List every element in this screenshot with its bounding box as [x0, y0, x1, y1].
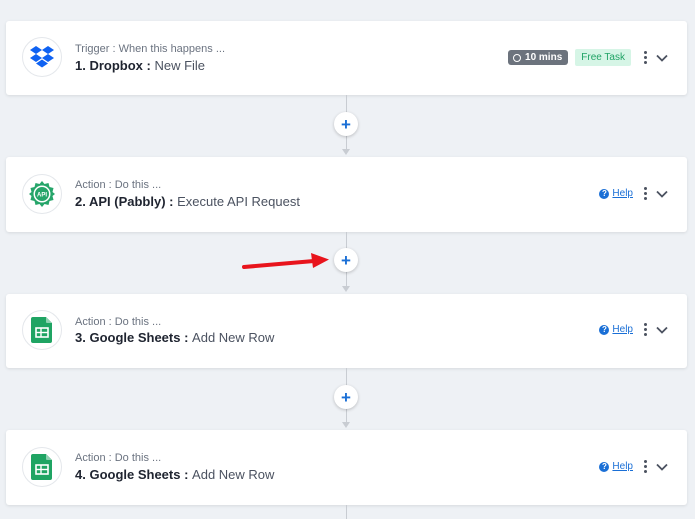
step-title: 1. Dropbox : New File [75, 58, 205, 73]
time-badge: 10 mins [508, 50, 569, 65]
step-title: 3. Google Sheets : Add New Row [75, 330, 274, 345]
chevron-down-icon[interactable] [655, 51, 669, 65]
api-icon: API [29, 181, 55, 207]
help-icon: ? [599, 188, 610, 199]
api-logo: API [22, 174, 62, 214]
connector-arrowhead [342, 149, 350, 155]
help-icon: ? [599, 461, 610, 472]
step-event-name: Add New Row [192, 330, 275, 345]
google-sheets-icon [31, 317, 52, 343]
more-options-icon[interactable] [643, 186, 647, 201]
step-kicker: Trigger : When this happens ... [75, 43, 225, 55]
connector-line [346, 505, 347, 519]
help-link[interactable]: ? Help [599, 461, 633, 472]
more-options-icon[interactable] [643, 459, 647, 474]
step-card-2[interactable]: API Action : Do this ... 2. API (Pabbly)… [6, 157, 687, 232]
step-card-1[interactable]: Trigger : When this happens ... 1. Dropb… [6, 21, 687, 95]
google-sheets-logo [22, 310, 62, 350]
connector-arrowhead [342, 286, 350, 292]
red-pointer-arrow [242, 253, 329, 269]
help-link[interactable]: ? Help [599, 324, 633, 335]
step-controls: 10 mins Free Task [508, 49, 669, 66]
help-icon: ? [599, 324, 610, 335]
chevron-down-icon[interactable] [655, 187, 669, 201]
step-controls: ? Help [599, 186, 669, 201]
dropbox-icon [30, 46, 54, 68]
step-controls: ? Help [599, 459, 669, 474]
google-sheets-icon [31, 454, 52, 480]
step-card-4[interactable]: Action : Do this ... 4. Google Sheets : … [6, 430, 687, 505]
step-event-name: Execute API Request [177, 194, 300, 209]
step-kicker: Action : Do this ... [75, 316, 162, 328]
step-event-name: Add New Row [192, 467, 275, 482]
step-title: 4. Google Sheets : Add New Row [75, 467, 274, 482]
dropbox-logo [22, 37, 62, 77]
step-event-name: New File [154, 58, 206, 73]
step-app-name: 1. Dropbox : [75, 58, 151, 73]
step-controls: ? Help [599, 322, 669, 337]
chevron-down-icon[interactable] [655, 323, 669, 337]
step-title: 2. API (Pabbly) : Execute API Request [75, 194, 300, 209]
step-kicker: Action : Do this ... [75, 452, 162, 464]
svg-text:API: API [37, 193, 47, 199]
add-step-button[interactable]: + [334, 385, 358, 409]
more-options-icon[interactable] [643, 50, 647, 65]
step-app-name: 3. Google Sheets : [75, 330, 189, 345]
free-task-badge: Free Task [575, 49, 631, 66]
help-label: Help [612, 461, 633, 472]
step-app-name: 4. Google Sheets : [75, 467, 189, 482]
chevron-down-icon[interactable] [655, 460, 669, 474]
help-link[interactable]: ? Help [599, 188, 633, 199]
help-label: Help [612, 324, 633, 335]
step-kicker: Action : Do this ... [75, 179, 162, 191]
step-app-name: 2. API (Pabbly) : [75, 194, 174, 209]
more-options-icon[interactable] [643, 322, 647, 337]
google-sheets-logo [22, 447, 62, 487]
add-step-button[interactable]: + [334, 112, 358, 136]
connector-arrowhead [342, 422, 350, 428]
time-badge-label: 10 mins [525, 52, 563, 63]
step-card-3[interactable]: Action : Do this ... 3. Google Sheets : … [6, 294, 687, 368]
help-label: Help [612, 188, 633, 199]
clock-icon [513, 53, 522, 62]
add-step-button[interactable]: + [334, 248, 358, 272]
